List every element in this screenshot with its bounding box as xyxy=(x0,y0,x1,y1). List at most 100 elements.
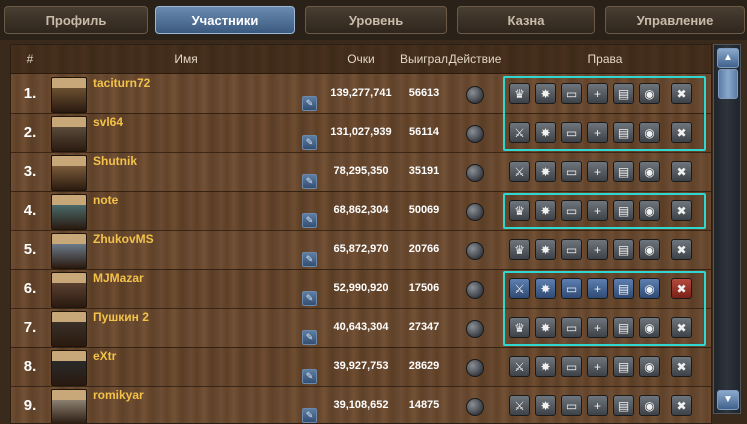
message-icon[interactable]: ▭ xyxy=(561,83,582,104)
plus-icon[interactable]: + xyxy=(587,83,608,104)
plus-icon[interactable]: + xyxy=(587,395,608,416)
table-row[interactable]: 6. MJMazar ✎ 52,990,920 17506 ⚔ ✸ ▭ + ▤ ◉ ✖ xyxy=(11,269,711,309)
player-name[interactable]: ZhukovMS xyxy=(93,232,154,246)
action-toggle[interactable] xyxy=(466,164,484,182)
swords-icon[interactable]: ⚔ xyxy=(509,395,530,416)
table-row[interactable]: 8. eXtr ✎ 39,927,753 28629 ⚔ ✸ ▭ + ▤ ◉ ✖ xyxy=(11,347,711,387)
plus-icon[interactable]: + xyxy=(587,200,608,221)
edit-icon[interactable]: ✎ xyxy=(302,330,317,345)
remove-member-icon[interactable]: ✖ xyxy=(671,83,692,104)
map-icon[interactable]: ▤ xyxy=(613,239,634,260)
message-icon[interactable]: ▭ xyxy=(561,356,582,377)
avatar[interactable] xyxy=(51,389,87,423)
table-row[interactable]: 1. taciturn72 ✎ 139,277,741 56613 ♛ ✸ ▭ + ▤ ◉ ✖ xyxy=(11,74,711,114)
message-icon[interactable]: ▭ xyxy=(561,161,582,182)
map-icon[interactable]: ▤ xyxy=(613,122,634,143)
action-toggle[interactable] xyxy=(466,398,484,416)
avatar[interactable] xyxy=(51,155,87,191)
remove-member-icon[interactable]: ✖ xyxy=(671,317,692,338)
message-icon[interactable]: ▭ xyxy=(561,317,582,338)
avatar[interactable] xyxy=(51,272,87,308)
crown-icon[interactable]: ♛ xyxy=(509,83,530,104)
eye-icon[interactable]: ◉ xyxy=(639,356,660,377)
tab-management[interactable]: Управление xyxy=(605,6,745,34)
message-icon[interactable]: ▭ xyxy=(561,278,582,299)
star-icon[interactable]: ✸ xyxy=(535,356,556,377)
action-toggle[interactable] xyxy=(466,125,484,143)
table-row[interactable]: 5. ZhukovMS ✎ 65,872,970 20766 ♛ ✸ ▭ + ▤ ◉ ✖ xyxy=(11,230,711,270)
remove-member-icon[interactable]: ✖ xyxy=(671,356,692,377)
eye-icon[interactable]: ◉ xyxy=(639,122,660,143)
player-name[interactable]: taciturn72 xyxy=(93,76,150,90)
plus-icon[interactable]: + xyxy=(587,356,608,377)
player-name[interactable]: note xyxy=(93,193,118,207)
action-toggle[interactable] xyxy=(466,359,484,377)
edit-icon[interactable]: ✎ xyxy=(302,408,317,423)
swords-icon[interactable]: ⚔ xyxy=(509,278,530,299)
player-name[interactable]: Shutnik xyxy=(93,154,137,168)
star-icon[interactable]: ✸ xyxy=(535,239,556,260)
eye-icon[interactable]: ◉ xyxy=(639,83,660,104)
avatar[interactable] xyxy=(51,311,87,347)
message-icon[interactable]: ▭ xyxy=(561,200,582,221)
eye-icon[interactable]: ◉ xyxy=(639,317,660,338)
map-icon[interactable]: ▤ xyxy=(613,83,634,104)
star-icon[interactable]: ✸ xyxy=(535,278,556,299)
table-row[interactable]: 3. Shutnik ✎ 78,295,350 35191 ⚔ ✸ ▭ + ▤ ◉ ✖ xyxy=(11,152,711,192)
eye-icon[interactable]: ◉ xyxy=(639,239,660,260)
tab-level[interactable]: Уровень xyxy=(305,6,447,34)
avatar[interactable] xyxy=(51,350,87,386)
eye-icon[interactable]: ◉ xyxy=(639,395,660,416)
table-row[interactable]: 9. romikyar ✎ 39,108,652 14875 ⚔ ✸ ▭ + ▤ ◉ ✖ xyxy=(11,386,711,423)
map-icon[interactable]: ▤ xyxy=(613,200,634,221)
tab-profile[interactable]: Профиль xyxy=(4,6,148,34)
scroll-down-button[interactable]: ▼ xyxy=(717,390,739,410)
star-icon[interactable]: ✸ xyxy=(535,122,556,143)
map-icon[interactable]: ▤ xyxy=(613,395,634,416)
message-icon[interactable]: ▭ xyxy=(561,395,582,416)
table-row[interactable]: 7. Пушкин 2 ✎ 40,643,304 27347 ♛ ✸ ▭ + ▤ ◉ ✖ xyxy=(11,308,711,348)
crown-icon[interactable]: ♛ xyxy=(509,317,530,338)
swords-icon[interactable]: ⚔ xyxy=(509,356,530,377)
action-toggle[interactable] xyxy=(466,320,484,338)
edit-icon[interactable]: ✎ xyxy=(302,252,317,267)
edit-icon[interactable]: ✎ xyxy=(302,135,317,150)
swords-icon[interactable]: ⚔ xyxy=(509,161,530,182)
remove-member-icon[interactable]: ✖ xyxy=(671,161,692,182)
tab-treasury[interactable]: Казна xyxy=(457,6,595,34)
eye-icon[interactable]: ◉ xyxy=(639,278,660,299)
plus-icon[interactable]: + xyxy=(587,317,608,338)
star-icon[interactable]: ✸ xyxy=(535,317,556,338)
message-icon[interactable]: ▭ xyxy=(561,239,582,260)
edit-icon[interactable]: ✎ xyxy=(302,174,317,189)
edit-icon[interactable]: ✎ xyxy=(302,291,317,306)
scroll-thumb[interactable] xyxy=(718,69,738,99)
plus-icon[interactable]: + xyxy=(587,161,608,182)
avatar[interactable] xyxy=(51,194,87,230)
avatar[interactable] xyxy=(51,233,87,269)
star-icon[interactable]: ✸ xyxy=(535,200,556,221)
star-icon[interactable]: ✸ xyxy=(535,161,556,182)
eye-icon[interactable]: ◉ xyxy=(639,161,660,182)
remove-member-icon[interactable]: ✖ xyxy=(671,200,692,221)
player-name[interactable]: eXtr xyxy=(93,349,116,363)
player-name[interactable]: Пушкин 2 xyxy=(93,310,149,324)
crown-icon[interactable]: ♛ xyxy=(509,200,530,221)
star-icon[interactable]: ✸ xyxy=(535,395,556,416)
remove-member-icon[interactable]: ✖ xyxy=(671,395,692,416)
edit-icon[interactable]: ✎ xyxy=(302,96,317,111)
crown-icon[interactable]: ♛ xyxy=(509,239,530,260)
player-name[interactable]: MJMazar xyxy=(93,271,144,285)
header-name[interactable]: Имя xyxy=(51,45,321,73)
player-name[interactable]: svl64 xyxy=(93,115,123,129)
remove-member-icon[interactable]: ✖ xyxy=(671,122,692,143)
player-name[interactable]: romikyar xyxy=(93,388,144,402)
action-toggle[interactable] xyxy=(466,242,484,260)
table-row[interactable]: 2. svl64 ✎ 131,027,939 56114 ⚔ ✸ ▭ + ▤ ◉ ✖ xyxy=(11,113,711,153)
header-won[interactable]: Выиграл xyxy=(397,45,451,73)
remove-member-icon[interactable]: ✖ xyxy=(671,278,692,299)
eye-icon[interactable]: ◉ xyxy=(639,200,660,221)
map-icon[interactable]: ▤ xyxy=(613,161,634,182)
tab-members[interactable]: Участники xyxy=(155,6,295,34)
scroll-up-button[interactable]: ▲ xyxy=(717,48,739,68)
